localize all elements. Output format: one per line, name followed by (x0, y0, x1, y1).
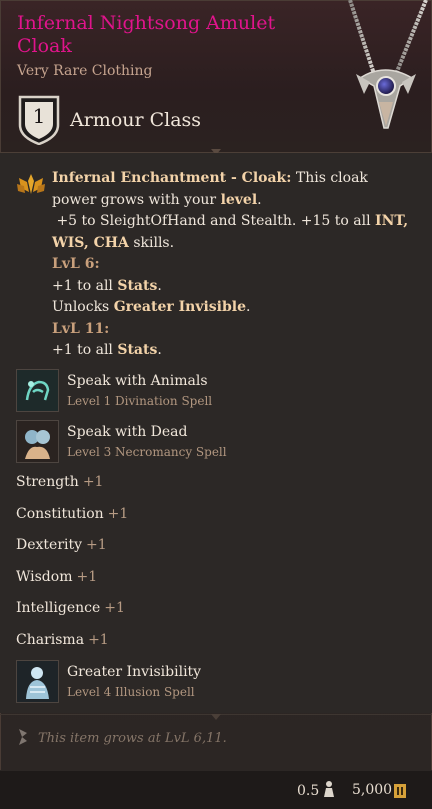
armour-class-value: 1 (32, 104, 46, 128)
armour-class-label: Armour Class (70, 109, 202, 131)
speak-dead-glyph (17, 421, 58, 462)
enchantment-line-1: Infernal Enchantment - Cloak: This cloak… (52, 170, 368, 208)
stat-dexterity: Dexterity +1 (16, 537, 107, 553)
enchantment-icon (17, 174, 45, 194)
enchantment-description: Infernal Enchantment - Cloak: This cloak… (52, 168, 414, 362)
growth-note-icon (19, 729, 27, 745)
speak-animals-icon[interactable] (16, 369, 59, 412)
weight-icon (324, 781, 334, 797)
item-weight: 0.5 (297, 783, 320, 799)
spell-level-speak-with-animals: Level 1 Divination Spell (67, 394, 213, 408)
enchantment-name: Infernal Enchantment - Cloak: (52, 170, 292, 186)
level-11-stats: +1 to all Stats. (52, 342, 162, 358)
stat-wisdom: Wisdom +1 (16, 569, 98, 585)
enchantment-line-2: +5 to SleightOfHand and Stealth. +15 to … (52, 213, 409, 251)
level-6-unlock: Unlocks Greater Invisible. (52, 299, 251, 315)
speak-animals-glyph (17, 370, 58, 411)
footer-divider-notch (211, 714, 221, 720)
gold-coin-icon (394, 784, 406, 798)
greater-invisibility-icon[interactable] (16, 660, 59, 703)
level-6-stats: +1 to all Stats. (52, 277, 162, 294)
spell-name-speak-with-dead: Speak with Dead (67, 424, 188, 440)
speak-dead-icon[interactable] (16, 420, 59, 463)
stat-intelligence: Intelligence +1 (16, 600, 125, 616)
item-price: 5,000 (352, 782, 393, 798)
spell-level-greater-invisibility: Level 4 Illusion Spell (67, 685, 195, 699)
level-11-label: LvL 11: (52, 320, 110, 337)
stat-strength: Strength +1 (16, 474, 104, 490)
spell-level-speak-with-dead: Level 3 Necromancy Spell (67, 445, 227, 459)
item-rarity: Very Rare Clothing (17, 63, 153, 79)
spell-name-greater-invisibility: Greater Invisibility (67, 664, 202, 680)
level-6-label: LvL 6: (52, 256, 100, 272)
growth-note: This item grows at LvL 6,11. (38, 731, 227, 746)
item-title: Infernal Nightsong Amulet Cloak (17, 12, 276, 57)
stat-constitution: Constitution +1 (16, 506, 129, 522)
greater-invisibility-glyph (17, 661, 58, 702)
amulet-icon (348, 0, 428, 129)
spell-name-speak-with-animals: Speak with Animals (67, 373, 208, 389)
stat-charisma: Charisma +1 (16, 632, 109, 648)
